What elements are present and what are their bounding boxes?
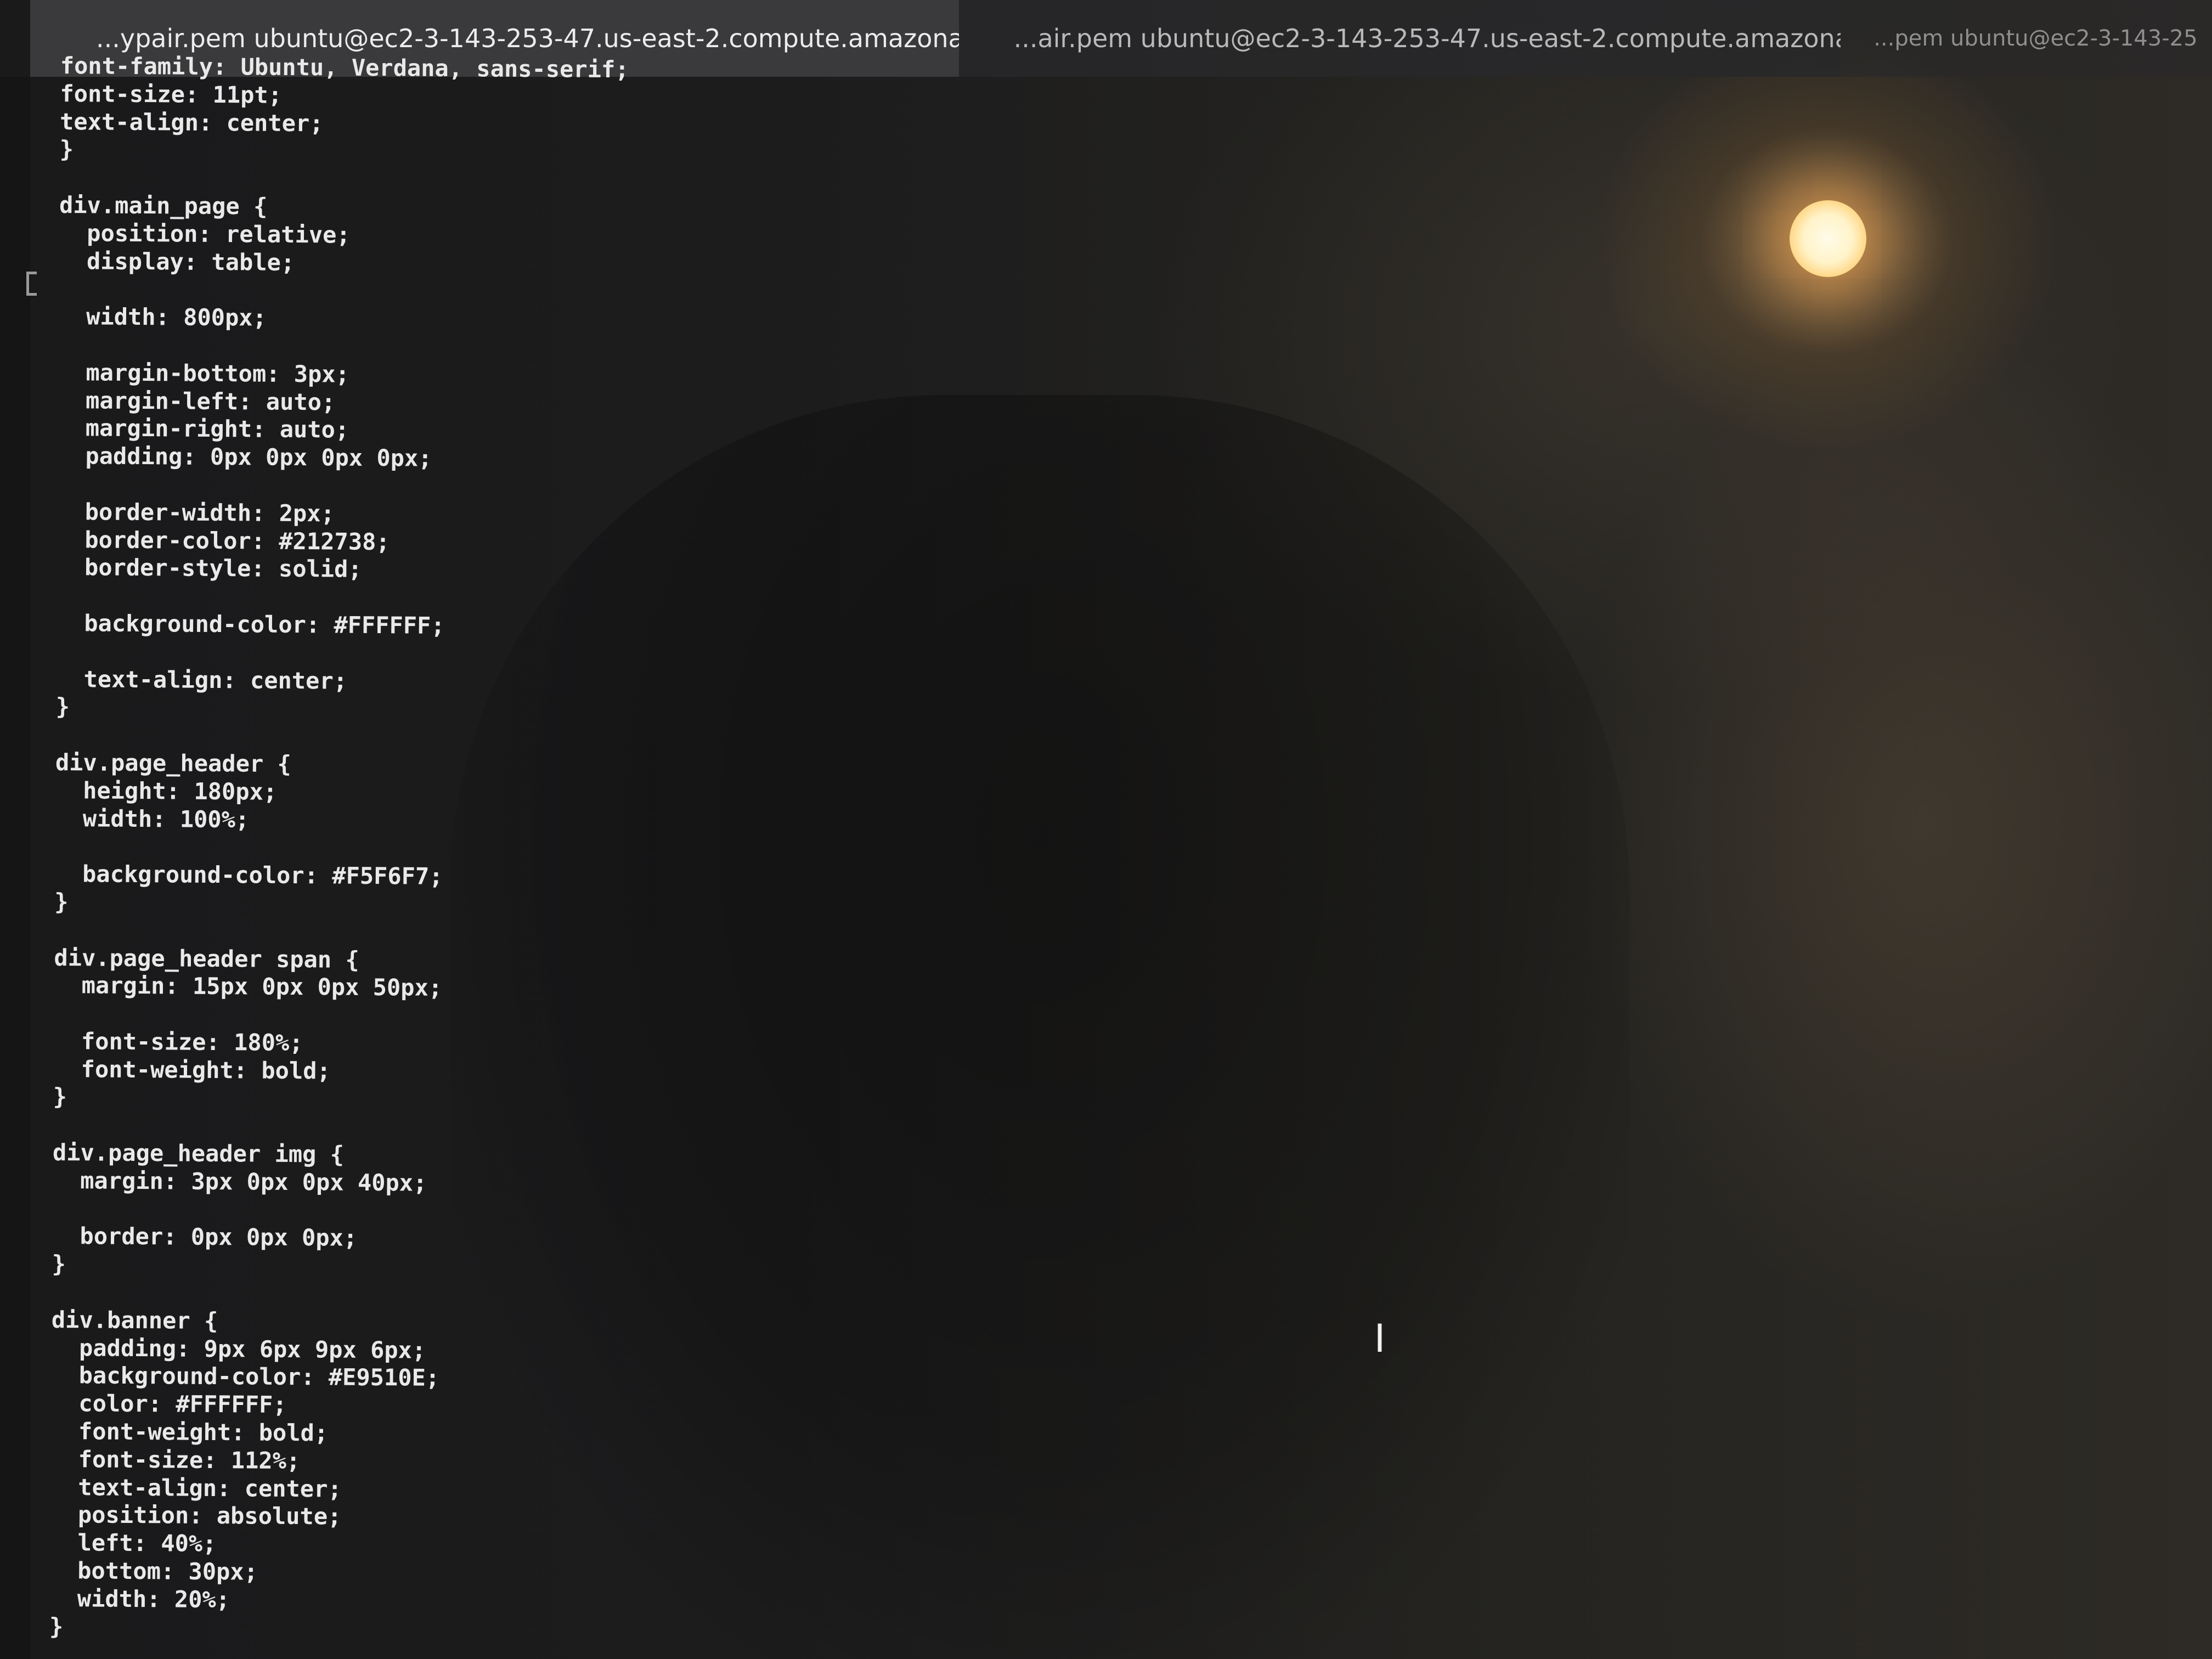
code-line: background-color: #F5F6F7; — [54, 860, 443, 890]
terminal-screen-photo: ...ypair.pem ubuntu@ec2-3-143-253-47.us-… — [0, 0, 2212, 1659]
terminal-tab-3[interactable]: ...pem ubuntu@ec2-3-143-25 — [1841, 0, 2212, 77]
editor-gutter — [0, 77, 37, 1659]
code-line: margin: 3px 0px 0px 40px; — [52, 1166, 427, 1197]
code-line: width: 100%; — [55, 804, 250, 833]
tab-label: ...pem ubuntu@ec2-3-143-25 — [1874, 26, 2198, 51]
lamp-glare — [1790, 200, 1866, 277]
code-line: width: 20%; — [49, 1584, 230, 1613]
code-editor[interactable]: font-family: Ubuntu, Verdana, sans-serif… — [49, 52, 883, 1646]
code-line: margin: 15px 0px 0px 50px; — [53, 972, 443, 1002]
code-line: padding: 0px 0px 0px 0px; — [57, 442, 432, 472]
tab-label: ...ypair.pem ubuntu@ec2-3-143-253-47.us-… — [96, 24, 959, 53]
tab-label: ...air.pem ubuntu@ec2-3-143-253-47.us-ea… — [1013, 24, 1841, 53]
code-line: width: 800px; — [58, 303, 267, 331]
code-line: border: 0px 0px 0px; — [52, 1222, 358, 1252]
fold-marker — [26, 272, 37, 296]
code-line: } — [49, 1612, 64, 1640]
code-line: border-style: solid; — [57, 554, 362, 583]
terminal-tab-2[interactable]: ...air.pem ubuntu@ec2-3-143-253-47.us-ea… — [958, 0, 1841, 77]
text-cursor-icon: I — [1374, 1316, 1386, 1361]
code-line: background-color: #FFFFFF; — [56, 609, 445, 639]
